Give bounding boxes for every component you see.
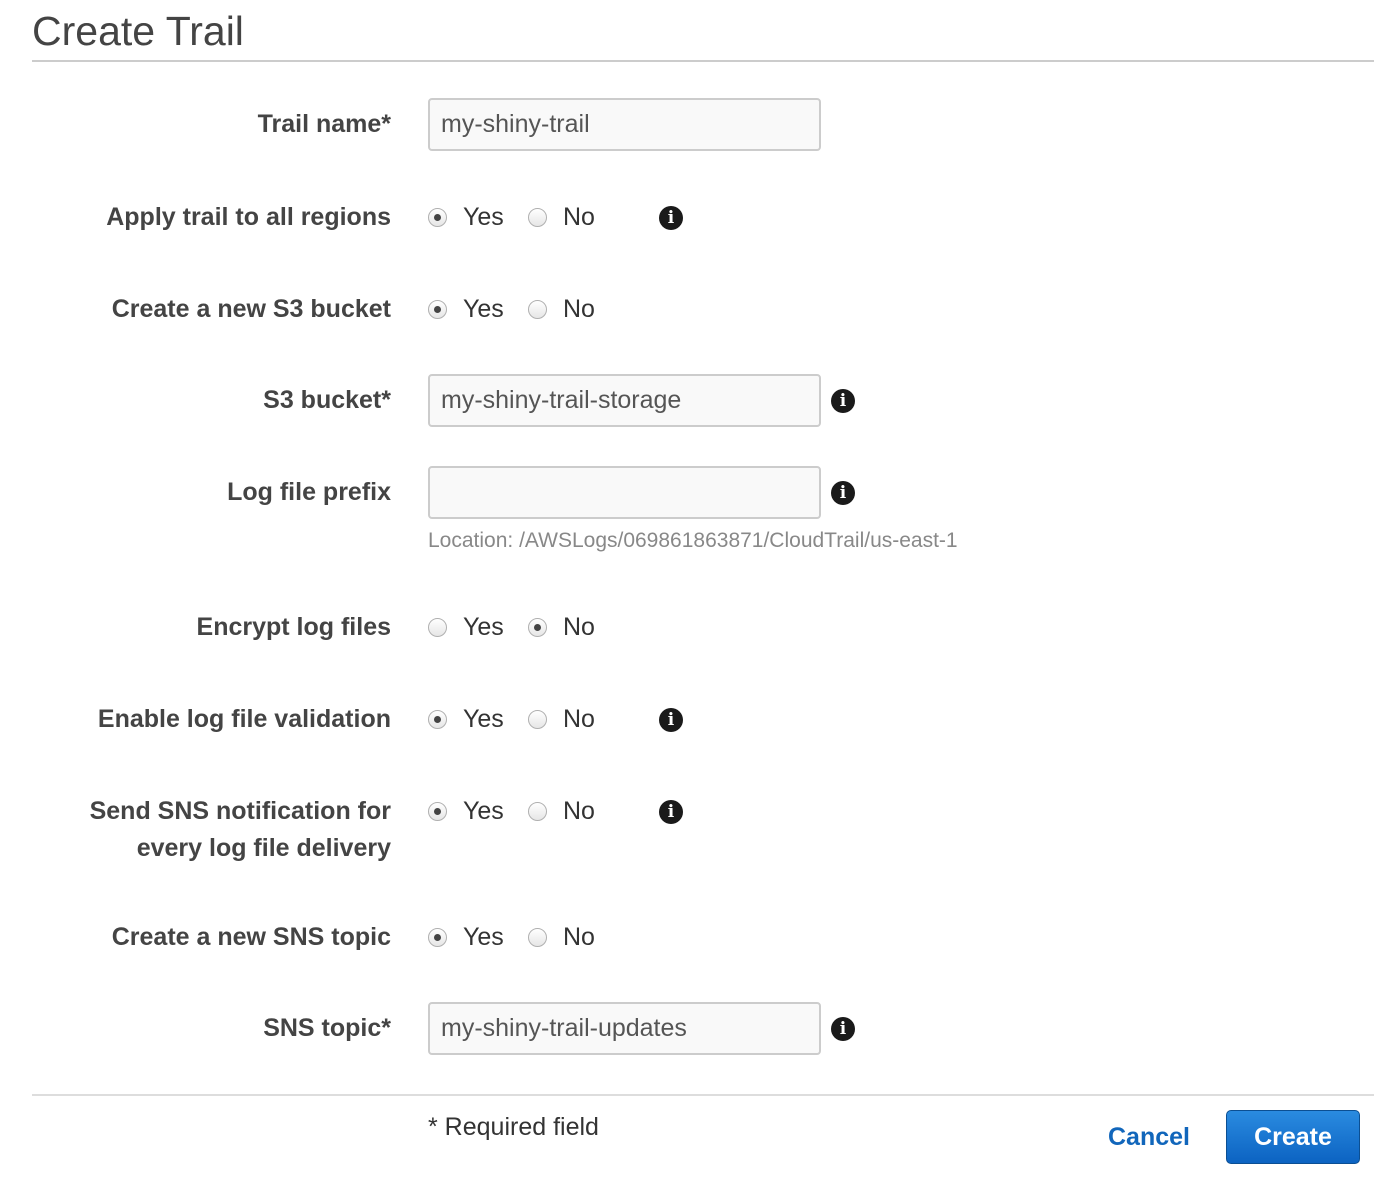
trail-name-label: Trail name* bbox=[257, 110, 391, 138]
create-s3-bucket-label: Create a new S3 bucket bbox=[111, 295, 391, 323]
sns-notification-no-option[interactable]: No bbox=[528, 793, 595, 830]
radio-selected-icon[interactable] bbox=[428, 802, 447, 821]
create-s3-bucket-yes-label: Yes bbox=[463, 295, 504, 323]
sns-topic-label: SNS topic* bbox=[263, 1014, 391, 1042]
sns-notification-label-line1: Send SNS notification for bbox=[89, 797, 391, 825]
create-sns-topic-label: Create a new SNS topic bbox=[111, 923, 391, 951]
s3-bucket-label: S3 bucket* bbox=[263, 386, 391, 414]
sns-notification-label-line2: every log file delivery bbox=[136, 834, 391, 862]
radio-unselected-icon[interactable] bbox=[528, 208, 547, 227]
apply-all-regions-yes-label: Yes bbox=[463, 203, 504, 231]
radio-selected-icon[interactable] bbox=[528, 618, 547, 637]
encrypt-log-files-yes-option[interactable]: Yes bbox=[428, 609, 504, 646]
log-file-validation-label: Enable log file validation bbox=[97, 705, 391, 733]
encrypt-log-files-label: Encrypt log files bbox=[196, 613, 391, 641]
create-sns-topic-no-option[interactable]: No bbox=[528, 919, 595, 956]
apply-all-regions-yes-option[interactable]: Yes bbox=[428, 199, 504, 236]
radio-unselected-icon[interactable] bbox=[528, 928, 547, 947]
info-icon[interactable]: i bbox=[831, 389, 855, 413]
title-divider bbox=[32, 60, 1374, 62]
create-s3-bucket-no-option[interactable]: No bbox=[528, 291, 595, 328]
create-sns-topic-no-label: No bbox=[563, 923, 595, 951]
log-file-validation-yes-label: Yes bbox=[463, 705, 504, 733]
info-icon[interactable]: i bbox=[831, 1017, 855, 1041]
info-icon[interactable]: i bbox=[659, 206, 683, 230]
encrypt-log-files-no-option[interactable]: No bbox=[528, 609, 595, 646]
radio-unselected-icon[interactable] bbox=[428, 618, 447, 637]
create-s3-bucket-yes-option[interactable]: Yes bbox=[428, 291, 504, 328]
radio-unselected-icon[interactable] bbox=[528, 300, 547, 319]
info-icon[interactable]: i bbox=[659, 708, 683, 732]
create-s3-bucket-no-label: No bbox=[563, 295, 595, 323]
radio-selected-icon[interactable] bbox=[428, 928, 447, 947]
sns-notification-yes-label: Yes bbox=[463, 797, 504, 825]
apply-all-regions-no-label: No bbox=[563, 203, 595, 231]
info-icon[interactable]: i bbox=[831, 481, 855, 505]
create-sns-topic-yes-option[interactable]: Yes bbox=[428, 919, 504, 956]
page-title: Create Trail bbox=[32, 8, 244, 54]
radio-selected-icon[interactable] bbox=[428, 710, 447, 729]
radio-unselected-icon[interactable] bbox=[528, 802, 547, 821]
encrypt-log-files-yes-label: Yes bbox=[463, 613, 504, 641]
sns-topic-input[interactable] bbox=[428, 1002, 821, 1055]
sns-notification-yes-option[interactable]: Yes bbox=[428, 793, 504, 830]
encrypt-log-files-no-label: No bbox=[563, 613, 595, 641]
create-button[interactable]: Create bbox=[1226, 1110, 1360, 1164]
cancel-button[interactable]: Cancel bbox=[1108, 1120, 1190, 1154]
create-trail-page: Create Trail Trail name* Apply trail to … bbox=[0, 0, 1384, 1192]
log-file-validation-yes-option[interactable]: Yes bbox=[428, 701, 504, 738]
log-file-prefix-label: Log file prefix bbox=[227, 478, 391, 506]
radio-unselected-icon[interactable] bbox=[528, 710, 547, 729]
sns-notification-label: Send SNS notification for every log file… bbox=[31, 793, 391, 867]
log-file-validation-no-label: No bbox=[563, 705, 595, 733]
apply-all-regions-label: Apply trail to all regions bbox=[106, 203, 391, 231]
info-icon[interactable]: i bbox=[659, 800, 683, 824]
radio-selected-icon[interactable] bbox=[428, 300, 447, 319]
trail-name-input[interactable] bbox=[428, 98, 821, 151]
log-file-location-help: Location: /AWSLogs/069861863871/CloudTra… bbox=[428, 529, 958, 552]
create-sns-topic-yes-label: Yes bbox=[463, 923, 504, 951]
log-file-validation-no-option[interactable]: No bbox=[528, 701, 595, 738]
footer-divider bbox=[32, 1094, 1374, 1096]
sns-notification-no-label: No bbox=[563, 797, 595, 825]
log-file-prefix-input[interactable] bbox=[428, 466, 821, 519]
radio-selected-icon[interactable] bbox=[428, 208, 447, 227]
apply-all-regions-no-option[interactable]: No bbox=[528, 199, 595, 236]
required-field-note: * Required field bbox=[428, 1113, 599, 1141]
s3-bucket-input[interactable] bbox=[428, 374, 821, 427]
